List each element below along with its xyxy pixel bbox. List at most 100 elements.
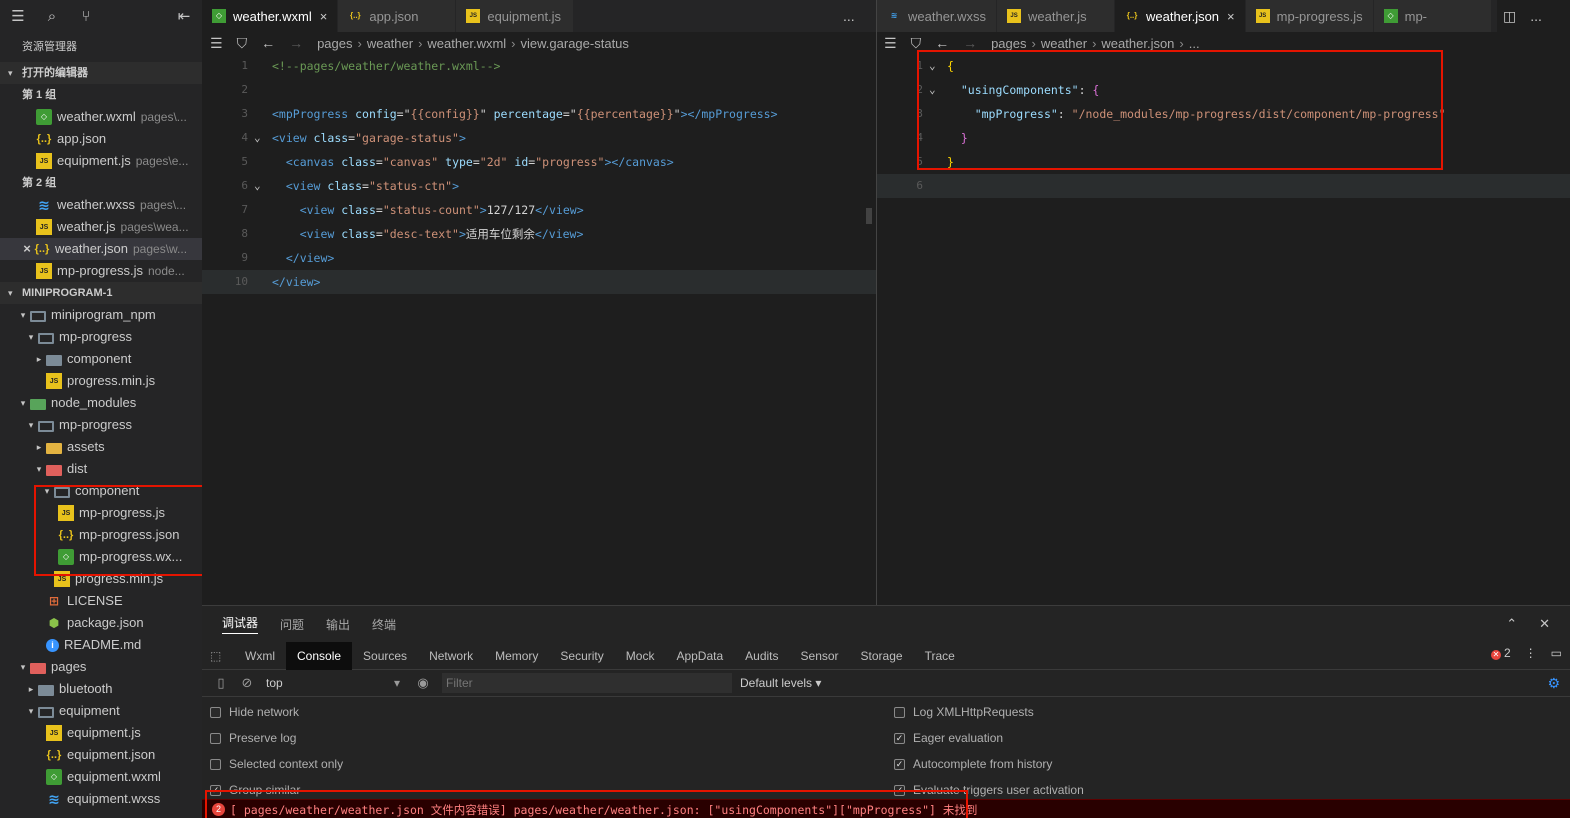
code-line[interactable]: 4 ⌄ <view class="garage-status">: [202, 126, 876, 150]
devtools-tab-security[interactable]: Security: [549, 642, 614, 670]
tree-item[interactable]: ◇ equipment.wxml: [0, 766, 202, 788]
tab-weather-json[interactable]: {..} weather.json ×: [1115, 0, 1246, 32]
gear-icon[interactable]: ⚙: [1547, 675, 1560, 692]
clear-console-icon[interactable]: ⊘: [234, 675, 260, 691]
devtools-tab-console[interactable]: Console: [286, 641, 353, 670]
tab-weather-wxml[interactable]: ◇ weather.wxml ×: [202, 0, 339, 32]
checkbox[interactable]: ✓: [894, 784, 905, 796]
tree-item[interactable]: i README.md: [0, 634, 202, 656]
code-line[interactable]: 6: [877, 174, 1570, 198]
panel-tab[interactable]: 调试器: [222, 614, 259, 634]
kebab-menu-icon[interactable]: ⋮: [1525, 646, 1537, 660]
forward-arrow-icon[interactable]: →: [289, 35, 303, 51]
tree-item[interactable]: ▾ pages: [0, 656, 202, 678]
panel-tab[interactable]: 终端: [372, 616, 396, 633]
devtools-tab-sensor[interactable]: Sensor: [790, 642, 850, 670]
code-line[interactable]: 8 <view class="desc-text">适用车位剩余</view>: [202, 222, 876, 246]
console-filter-input[interactable]: [442, 673, 732, 693]
tree-item[interactable]: ⬢ package.json: [0, 612, 202, 634]
left-scrollbar-thumb[interactable]: [866, 208, 872, 224]
element-picker-icon[interactable]: ⬚: [210, 649, 234, 663]
code-line[interactable]: 2: [202, 78, 876, 102]
log-levels-dropdown[interactable]: Default levels ▾: [740, 676, 821, 690]
tree-item[interactable]: JS equipment.js: [0, 722, 202, 744]
forward-arrow-icon[interactable]: →: [963, 35, 977, 51]
back-arrow-icon[interactable]: ←: [261, 35, 275, 51]
context-selector[interactable]: top: [260, 676, 400, 690]
code-line[interactable]: 2 ⌄ "usingComponents": {: [877, 78, 1570, 102]
tree-item[interactable]: ▾ dist: [0, 458, 202, 480]
split-editor-icon[interactable]: ◫: [1503, 8, 1516, 25]
list-icon[interactable]: ☰: [210, 35, 223, 52]
sidebar-toggle-icon[interactable]: ▯: [208, 675, 234, 691]
more-actions-icon[interactable]: ...: [843, 8, 855, 24]
open-editor-item[interactable]: JS mp-progress.js node...: [0, 260, 202, 282]
open-editor-item[interactable]: ◇ weather.wxml pages\...: [0, 106, 202, 128]
code-line[interactable]: 5}: [877, 150, 1570, 174]
breadcrumb-item[interactable]: weather.wxml: [427, 36, 506, 51]
open-editor-item[interactable]: {..} app.json: [0, 128, 202, 150]
console-option[interactable]: Hide network: [210, 699, 343, 725]
code-line[interactable]: 3 "mpProgress": "/node_modules/mp-progre…: [877, 102, 1570, 126]
tree-item[interactable]: ▸ component: [0, 348, 202, 370]
code-line[interactable]: 6 ⌄ <view class="status-ctn">: [202, 174, 876, 198]
tree-item[interactable]: ▾ node_modules: [0, 392, 202, 414]
checkbox[interactable]: ✓: [210, 784, 221, 796]
code-line[interactable]: 1 <!--pages/weather/weather.wxml-->: [202, 54, 876, 78]
back-arrow-icon[interactable]: ←: [935, 35, 949, 51]
devtools-tab-network[interactable]: Network: [418, 642, 484, 670]
tree-item[interactable]: {..} mp-progress.json: [0, 524, 202, 546]
breadcrumb-item[interactable]: weather: [367, 36, 413, 51]
close-tab-icon[interactable]: ×: [320, 9, 328, 24]
code-line[interactable]: 10 </view>: [202, 270, 876, 294]
code-line[interactable]: 7 <view class="status-count">127/127</vi…: [202, 198, 876, 222]
tree-item[interactable]: JS progress.min.js: [0, 370, 202, 392]
tree-item[interactable]: ▾ component: [0, 480, 202, 502]
list-icon[interactable]: ☰: [884, 35, 897, 52]
fold-chevron-icon[interactable]: ⌄: [254, 174, 261, 198]
console-error-message[interactable]: 2 [ pages/weather/weather.json 文件内容错误] p…: [202, 799, 1570, 818]
panel-tab[interactable]: 输出: [326, 616, 350, 633]
devtools-tab-trace[interactable]: Trace: [914, 642, 966, 670]
code-line[interactable]: 1 ⌄ {: [877, 54, 1570, 78]
panel-tab[interactable]: 问题: [280, 616, 304, 633]
source-control-icon[interactable]: ⑂: [76, 8, 96, 25]
close-tab-icon[interactable]: ×: [1227, 9, 1235, 24]
close-panel-icon[interactable]: ✕: [1539, 616, 1550, 632]
devtools-tab-memory[interactable]: Memory: [484, 642, 549, 670]
tab-weather-js[interactable]: JS weather.js: [997, 0, 1116, 32]
tab-equipment-js[interactable]: JS equipment.js: [456, 0, 575, 32]
tree-item[interactable]: ▾ equipment: [0, 700, 202, 722]
open-editors-header[interactable]: ▾ 打开的编辑器: [0, 62, 202, 84]
code-line[interactable]: 4 }: [877, 126, 1570, 150]
breadcrumb-item[interactable]: view.garage-status: [521, 36, 629, 51]
code-line[interactable]: 5 <canvas class="canvas" type="2d" id="p…: [202, 150, 876, 174]
console-option[interactable]: Log XMLHttpRequests: [894, 699, 1084, 725]
tab-mp-[interactable]: ◇ mp-: [1373, 0, 1492, 32]
devtools-tab-sources[interactable]: Sources: [352, 642, 418, 670]
tree-item[interactable]: ≋ equipment.wxss: [0, 788, 202, 810]
checkbox[interactable]: [210, 706, 221, 718]
tab-weather-wxss[interactable]: ≋ weather.wxss: [877, 0, 998, 32]
breadcrumb-item[interactable]: weather: [1041, 36, 1087, 51]
tree-item[interactable]: ▸ assets: [0, 436, 202, 458]
menu-icon[interactable]: ☰: [8, 7, 28, 25]
open-editor-item[interactable]: JS weather.js pages\wea...: [0, 216, 202, 238]
console-option[interactable]: ✓ Autocomplete from history: [894, 751, 1084, 777]
devtools-tab-wxml[interactable]: Wxml: [234, 642, 286, 670]
collapse-panel-icon[interactable]: ⇤: [174, 7, 194, 25]
devtools-tab-appdata[interactable]: AppData: [665, 642, 734, 670]
breadcrumb-item[interactable]: pages: [991, 36, 1026, 51]
breadcrumb-item[interactable]: weather.json: [1101, 36, 1174, 51]
code-line[interactable]: 3 <mpProgress config="{{config}}" percent…: [202, 102, 876, 126]
checkbox[interactable]: ✓: [894, 732, 905, 744]
tree-item[interactable]: ⊞ LICENSE: [0, 590, 202, 612]
open-editor-item[interactable]: JS equipment.js pages\e...: [0, 150, 202, 172]
fold-chevron-icon[interactable]: ⌄: [929, 78, 936, 102]
search-icon[interactable]: ⌕: [42, 8, 62, 25]
checkbox[interactable]: [894, 706, 905, 718]
console-option[interactable]: ✓ Eager evaluation: [894, 725, 1084, 751]
wxml-editor[interactable]: 1 <!--pages/weather/weather.wxml--> 2 3 <mpP…: [202, 54, 876, 605]
error-counter[interactable]: ✕ 2: [1490, 646, 1511, 660]
tree-item[interactable]: ▾ miniprogram_npm: [0, 304, 202, 326]
